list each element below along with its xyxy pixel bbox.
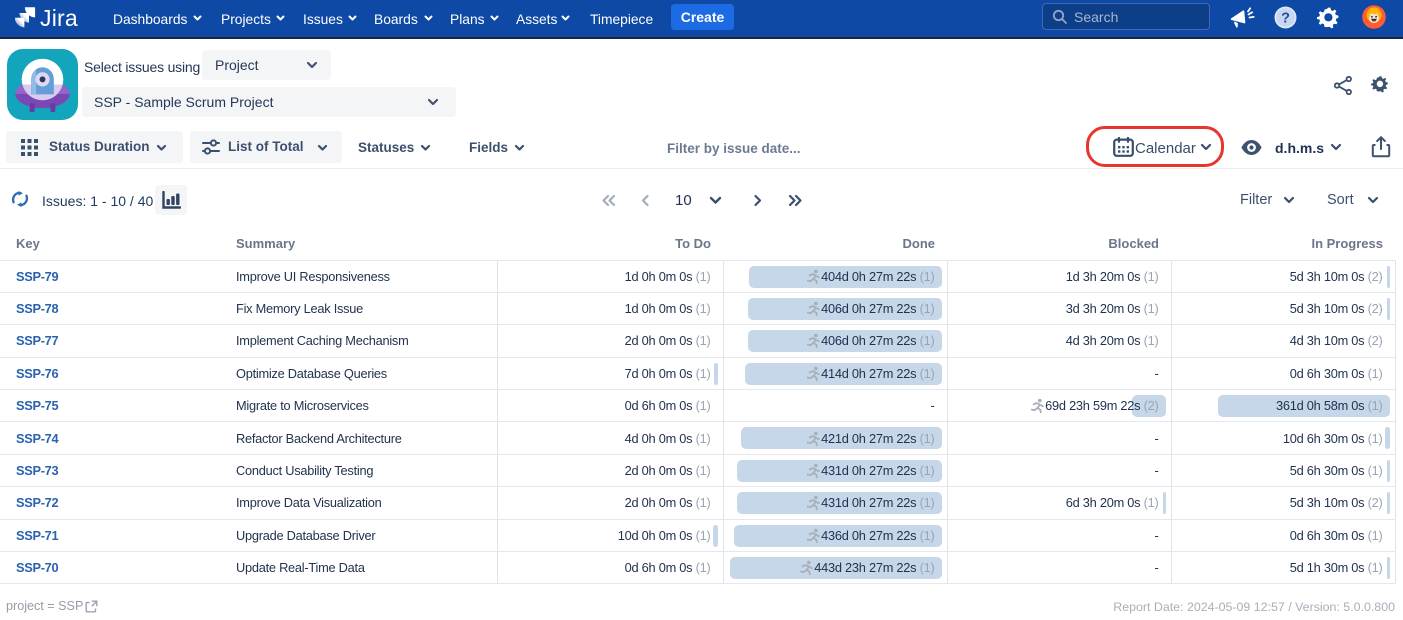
svg-text:?: ? (1281, 11, 1290, 27)
